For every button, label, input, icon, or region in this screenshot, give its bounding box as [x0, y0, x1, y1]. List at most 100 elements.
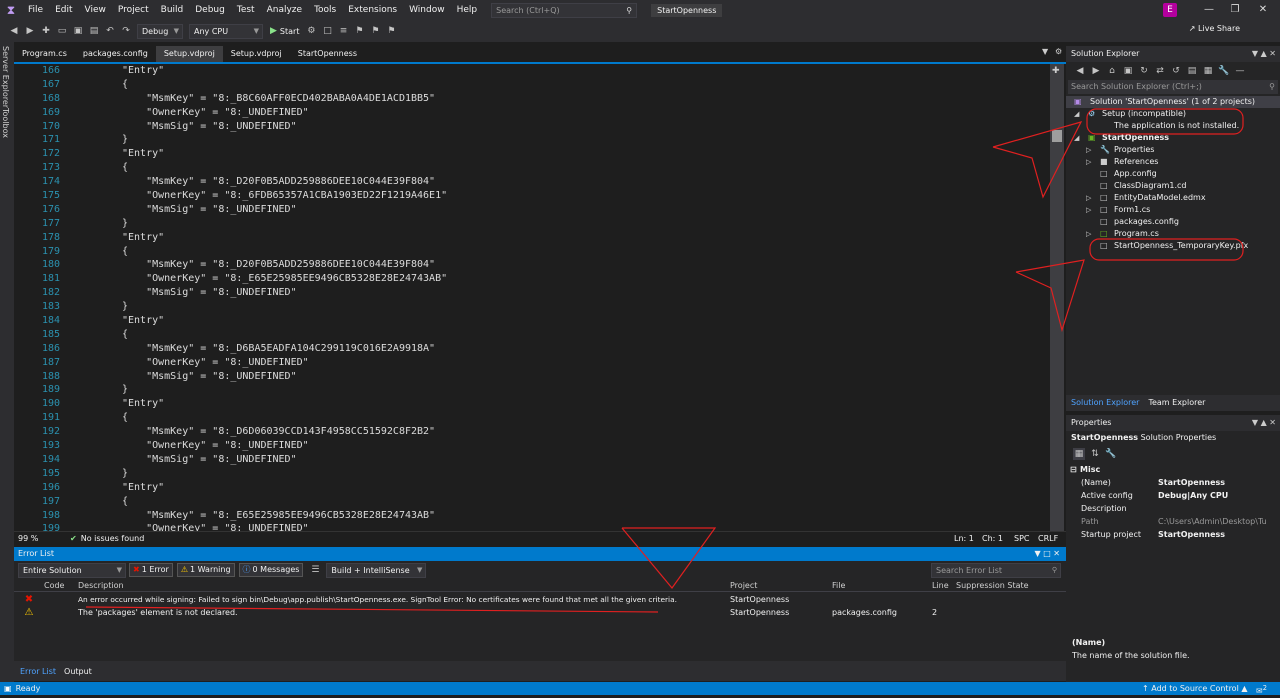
- tab-setup-vdproj-active[interactable]: Setup.vdproj: [155, 46, 223, 62]
- property-value[interactable]: [1158, 502, 1278, 515]
- property-row[interactable]: Startup project StartOpenness: [1066, 528, 1280, 541]
- property-value[interactable]: StartOpenness: [1158, 528, 1278, 541]
- col-description[interactable]: Description: [78, 579, 730, 591]
- code-line[interactable]: 173 {: [14, 161, 1054, 175]
- new-project-icon[interactable]: ✚: [40, 25, 52, 37]
- code-line[interactable]: 183}: [14, 300, 1054, 314]
- properties-category[interactable]: ⊟ Misc: [1066, 463, 1280, 476]
- menu-help[interactable]: Help: [451, 0, 484, 20]
- tab-output[interactable]: Output: [62, 667, 94, 676]
- expand-arrow-icon[interactable]: ▷: [1086, 204, 1091, 216]
- pin-icon[interactable]: —: [1234, 65, 1246, 77]
- code-line[interactable]: 193 "OwnerKey" = "8:_UNDEFINED": [14, 439, 1054, 453]
- redo-icon[interactable]: ↷: [120, 25, 132, 37]
- tree-item-app-config[interactable]: □ App.config: [1066, 168, 1280, 180]
- browser-icon[interactable]: □: [321, 25, 333, 37]
- platform-select[interactable]: Any CPU ▼: [189, 23, 263, 39]
- property-value[interactable]: Debug|Any CPU: [1158, 489, 1278, 502]
- panel-controls[interactable]: ▼ □ ✕: [1035, 547, 1061, 561]
- menu-extensions[interactable]: Extensions: [342, 0, 403, 20]
- property-value[interactable]: StartOpenness: [1158, 476, 1278, 489]
- code-line[interactable]: 187 "OwnerKey" = "8:_UNDEFINED": [14, 356, 1054, 370]
- messages-filter-button[interactable]: ⓘ 0 Messages: [238, 563, 304, 577]
- expand-arrow-icon[interactable]: ▷: [1086, 228, 1091, 240]
- property-pages-wrench-icon[interactable]: 🔧: [1105, 448, 1117, 460]
- tree-setup-project[interactable]: ◢ ⚙ Setup (incompatible): [1066, 108, 1280, 120]
- code-line[interactable]: 180 "MsmKey" = "8:_D20F0B5ADD259886DEE10…: [14, 258, 1054, 272]
- switch-views-icon[interactable]: ▣: [1122, 65, 1134, 77]
- tab-team-explorer[interactable]: Team Explorer: [1144, 395, 1209, 411]
- sync-icon[interactable]: ⇄: [1154, 65, 1166, 77]
- menu-test[interactable]: Test: [231, 0, 261, 20]
- code-line[interactable]: 177}: [14, 217, 1054, 231]
- menu-analyze[interactable]: Analyze: [261, 0, 308, 20]
- code-line[interactable]: 168 "MsmKey" = "8:_B8C60AFF0ECD402BABA0A…: [14, 92, 1054, 106]
- start-button[interactable]: ▶ Start: [270, 26, 299, 36]
- add-to-source-control[interactable]: ↑ Add to Source Control ▲: [1142, 682, 1248, 695]
- open-folder-icon[interactable]: ▭: [56, 25, 68, 37]
- tree-project-startopenness[interactable]: ◢ ▣ StartOpenness: [1066, 132, 1280, 144]
- back-icon[interactable]: ◀: [8, 25, 20, 37]
- code-line[interactable]: 170 "MsmSig" = "8:_UNDEFINED": [14, 120, 1054, 134]
- maximize-icon[interactable]: ❐: [1222, 0, 1248, 20]
- categorized-icon[interactable]: ▦: [1073, 448, 1085, 460]
- tree-item-classdiagram[interactable]: □ ClassDiagram1.cd: [1066, 180, 1280, 192]
- tree-item-properties[interactable]: ▷ 🔧 Properties: [1066, 144, 1280, 156]
- code-line[interactable]: 194 "MsmSig" = "8:_UNDEFINED": [14, 453, 1054, 467]
- attach-icon[interactable]: ⚙: [305, 25, 317, 37]
- build-filter-select[interactable]: Build + IntelliSense ▼: [326, 562, 427, 578]
- property-value[interactable]: C:\Users\Admin\Desktop\Tu: [1158, 515, 1278, 528]
- col-suppression[interactable]: Suppression State: [956, 579, 1056, 591]
- alphabetical-icon[interactable]: ⇅: [1089, 448, 1101, 460]
- save-all-icon[interactable]: ▤: [88, 25, 100, 37]
- panel-controls[interactable]: ▼ ▲ ✕: [1252, 46, 1276, 62]
- show-all-files-icon[interactable]: ▦: [1202, 65, 1214, 77]
- tree-item-edmx[interactable]: ▷ □ EntityDataModel.edmx: [1066, 192, 1280, 204]
- code-line[interactable]: 188 "MsmSig" = "8:_UNDEFINED": [14, 370, 1054, 384]
- quick-search-input[interactable]: Search (Ctrl+Q) ⚲: [491, 2, 638, 18]
- code-line[interactable]: 174 "MsmKey" = "8:_D20F0B5ADD259886DEE10…: [14, 175, 1054, 189]
- tree-item-packages-config[interactable]: □ packages.config: [1066, 216, 1280, 228]
- filter-icon[interactable]: ☰: [309, 564, 321, 576]
- zoom-level[interactable]: 99 %: [14, 534, 50, 543]
- property-row[interactable]: Description: [1066, 502, 1280, 515]
- code-line[interactable]: 190 "Entry": [14, 397, 1054, 411]
- undo-icon[interactable]: ↶: [104, 25, 116, 37]
- bookmark-next-icon[interactable]: ⚑: [385, 25, 397, 37]
- code-line[interactable]: 179 {: [14, 245, 1054, 259]
- tree-item-form1[interactable]: ▷ □ Form1.cs: [1066, 204, 1280, 216]
- tab-overflow-chevron-icon[interactable]: ▼: [1042, 47, 1048, 56]
- scope-select[interactable]: Entire Solution ▼: [18, 562, 126, 578]
- home-icon[interactable]: ⌂: [1106, 65, 1118, 77]
- tab-settings-gear-icon[interactable]: ⚙: [1055, 47, 1062, 56]
- code-line[interactable]: 197 {: [14, 495, 1054, 509]
- editor-scroll-thumb[interactable]: [1052, 130, 1062, 142]
- collapse-icon[interactable]: ⊟: [1066, 463, 1080, 476]
- close-icon[interactable]: ✕: [1250, 0, 1276, 20]
- warnings-filter-button[interactable]: ⚠ 1 Warning: [176, 563, 235, 577]
- tab-setup-vdproj[interactable]: Setup.vdproj: [223, 46, 290, 62]
- history-icon[interactable]: ↻: [1138, 65, 1150, 77]
- code-line[interactable]: 175 "OwnerKey" = "8:_6FDB65357A1CBA1903E…: [14, 189, 1054, 203]
- minimize-icon[interactable]: —: [1196, 0, 1222, 20]
- tree-item-pfx[interactable]: □ StartOpenness_TemporaryKey.pfx: [1066, 240, 1280, 252]
- tree-solution[interactable]: ▣ Solution 'StartOpenness' (1 of 2 proje…: [1066, 96, 1280, 108]
- expand-arrow-icon[interactable]: ◢: [1074, 132, 1079, 144]
- code-editor[interactable]: 166 "Entry" 167 {168 "MsmKey" = "8:_B8C60AF…: [14, 64, 1054, 532]
- code-line[interactable]: 169 "OwnerKey" = "8:_UNDEFINED": [14, 106, 1054, 120]
- menu-edit[interactable]: Edit: [49, 0, 78, 20]
- code-line[interactable]: 191 {: [14, 411, 1054, 425]
- bookmark-prev-icon[interactable]: ⚑: [369, 25, 381, 37]
- menu-view[interactable]: View: [79, 0, 112, 20]
- menu-debug[interactable]: Debug: [189, 0, 231, 20]
- line-ending[interactable]: CRLF: [1038, 534, 1058, 543]
- tree-item-references[interactable]: ▷ ■ References: [1066, 156, 1280, 168]
- code-line[interactable]: 195}: [14, 467, 1054, 481]
- menu-project[interactable]: Project: [112, 0, 155, 20]
- properties-wrench-icon[interactable]: 🔧: [1218, 65, 1230, 77]
- col-line[interactable]: Line: [932, 579, 956, 591]
- back-icon[interactable]: ◀: [1074, 65, 1086, 77]
- code-line[interactable]: 176 "MsmSig" = "8:_UNDEFINED": [14, 203, 1054, 217]
- forward-icon[interactable]: ▶: [24, 25, 36, 37]
- tab-solution-explorer[interactable]: Solution Explorer: [1066, 395, 1144, 411]
